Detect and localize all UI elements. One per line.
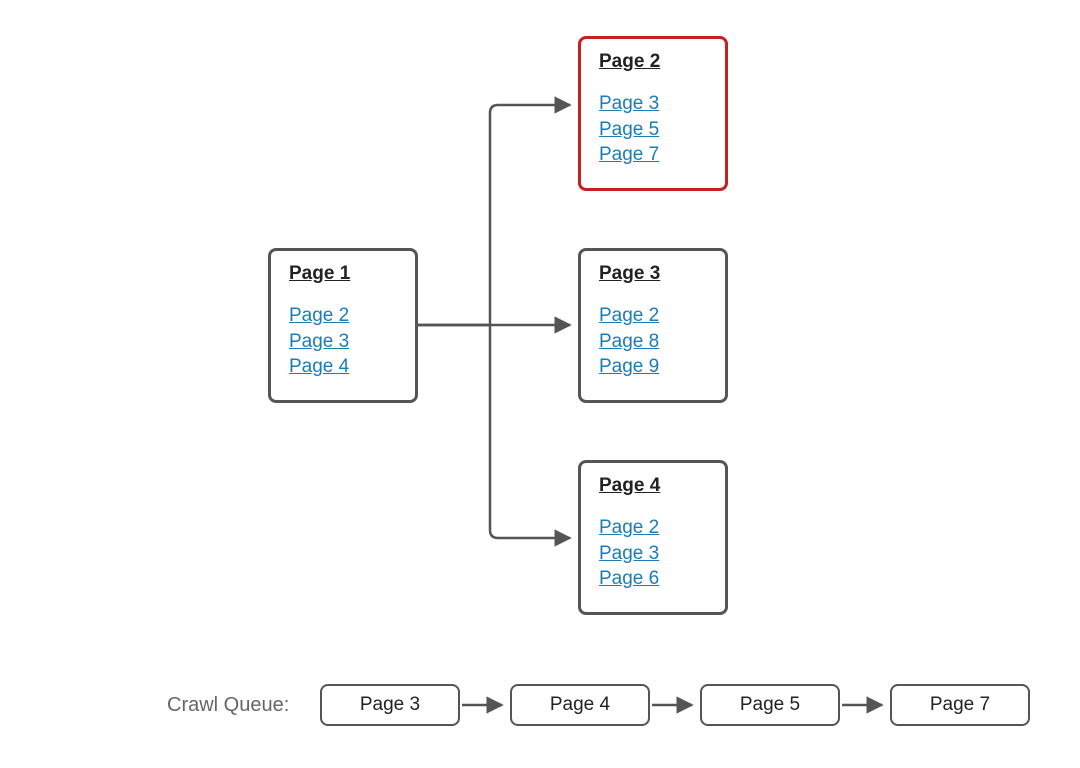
queue-item: Page 3 xyxy=(320,684,460,726)
page-link[interactable]: Page 2 xyxy=(289,303,397,329)
page-link[interactable]: Page 2 xyxy=(599,303,707,329)
arrow-connector xyxy=(418,105,570,325)
page-title: Page 3 xyxy=(599,263,707,285)
queue-item-label: Page 3 xyxy=(360,694,420,716)
page-title: Page 1 xyxy=(289,263,397,285)
queue-label: Crawl Queue: xyxy=(167,694,289,717)
queue-item-label: Page 4 xyxy=(550,694,610,716)
page-link[interactable]: Page 3 xyxy=(599,541,707,567)
page-title: Page 4 xyxy=(599,475,707,497)
page-link[interactable]: Page 6 xyxy=(599,566,707,592)
arrow-connector xyxy=(418,325,570,538)
page-title: Page 2 xyxy=(599,51,707,73)
page-box-1: Page 1 Page 2 Page 3 Page 4 xyxy=(268,248,418,403)
queue-item-label: Page 7 xyxy=(930,694,990,716)
page-link[interactable]: Page 8 xyxy=(599,329,707,355)
page-link[interactable]: Page 7 xyxy=(599,142,707,168)
page-link[interactable]: Page 9 xyxy=(599,354,707,380)
queue-item: Page 4 xyxy=(510,684,650,726)
page-link[interactable]: Page 3 xyxy=(289,329,397,355)
page-box-3: Page 3 Page 2 Page 8 Page 9 xyxy=(578,248,728,403)
page-link[interactable]: Page 4 xyxy=(289,354,397,380)
page-box-2: Page 2 Page 3 Page 5 Page 7 xyxy=(578,36,728,191)
queue-item: Page 5 xyxy=(700,684,840,726)
queue-item-label: Page 5 xyxy=(740,694,800,716)
page-link[interactable]: Page 2 xyxy=(599,515,707,541)
page-link[interactable]: Page 5 xyxy=(599,117,707,143)
page-box-4: Page 4 Page 2 Page 3 Page 6 xyxy=(578,460,728,615)
connectors xyxy=(0,0,1080,768)
queue-item: Page 7 xyxy=(890,684,1030,726)
page-link[interactable]: Page 3 xyxy=(599,91,707,117)
